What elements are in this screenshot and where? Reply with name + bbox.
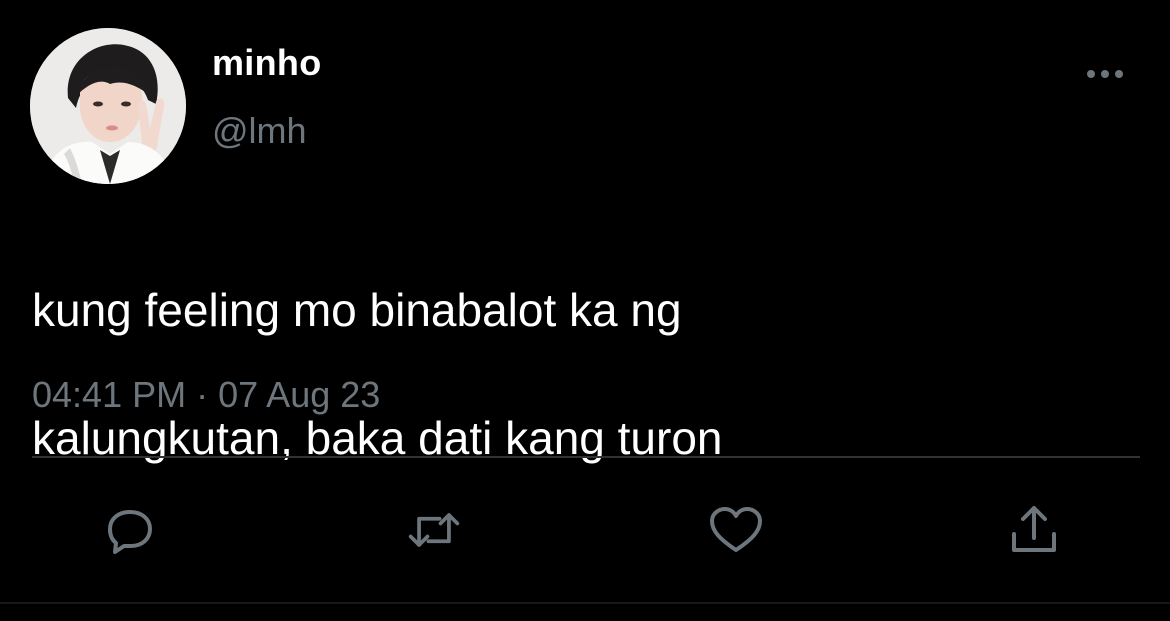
more-horizontal-icon — [1087, 70, 1123, 78]
share-icon — [1012, 506, 1056, 552]
tweet-timestamp[interactable]: 04:41 PM · 07 Aug 23 — [32, 374, 380, 416]
display-name[interactable]: minho — [212, 42, 321, 84]
more-options-button[interactable] — [1082, 58, 1128, 90]
like-button[interactable] — [708, 504, 764, 556]
reply-icon — [108, 510, 152, 554]
reply-button[interactable] — [102, 504, 158, 556]
user-handle[interactable]: @lmh — [212, 110, 307, 152]
avatar-photo — [30, 28, 186, 184]
tweet-date: 07 Aug 23 — [218, 374, 381, 415]
tweet-text-line: kung feeling mo binabalot ka ng — [32, 284, 682, 336]
meta-separator: · — [196, 374, 209, 415]
retweet-button[interactable] — [406, 504, 462, 556]
share-button[interactable] — [1006, 504, 1062, 556]
bottom-divider — [0, 602, 1170, 604]
retweet-icon — [408, 513, 460, 547]
avatar[interactable] — [30, 28, 186, 184]
tweet-time: 04:41 PM — [32, 374, 187, 415]
heart-icon — [710, 507, 762, 552]
tweet-card: minho @lmh kung feeling mo binabalot ka … — [0, 0, 1170, 621]
divider — [32, 456, 1140, 458]
